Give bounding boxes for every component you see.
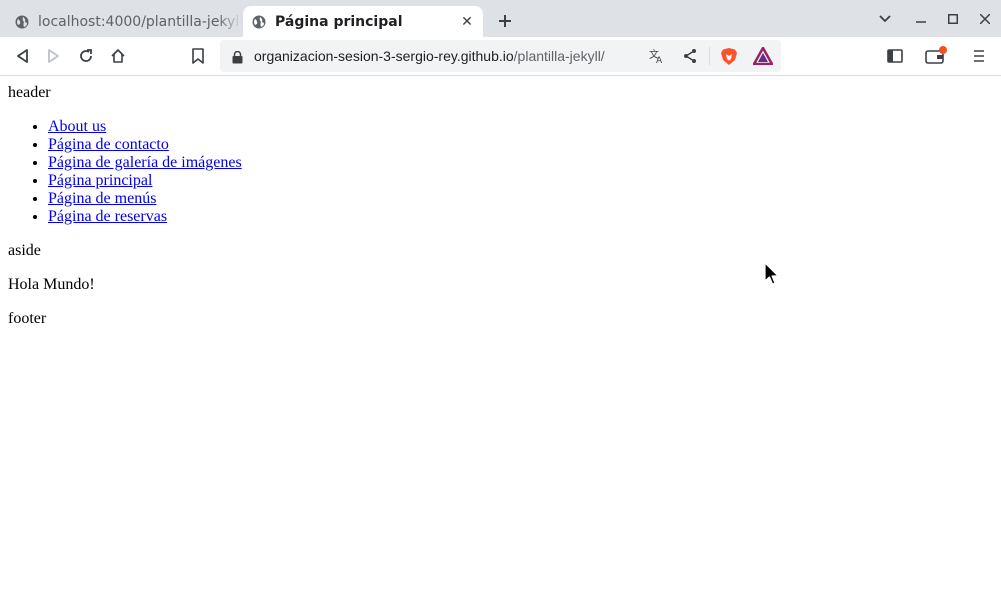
- tab-strip: localhost:4000/plantilla-jekyll/ Página …: [0, 0, 1001, 37]
- brave-shields-icon[interactable]: [720, 47, 738, 70]
- lock-icon: [232, 49, 243, 68]
- maximize-icon[interactable]: [944, 8, 962, 30]
- bookmark-icon[interactable]: [186, 44, 210, 68]
- tab-localhost[interactable]: localhost:4000/plantilla-jekyll/: [6, 6, 242, 37]
- aside-text: aside: [8, 242, 41, 259]
- wallet-icon[interactable]: [924, 44, 948, 68]
- translate-icon[interactable]: 文A: [649, 48, 665, 68]
- page-content: header About us Página de contacto Págin…: [0, 76, 1001, 602]
- nav-link-principal[interactable]: Página principal: [48, 172, 152, 189]
- mouse-cursor-icon: [764, 262, 780, 290]
- back-icon[interactable]: [10, 44, 34, 68]
- url-domain: organizacion-sesion-3-sergio-rey.github.…: [254, 48, 514, 64]
- close-window-icon[interactable]: [976, 8, 994, 30]
- nav-item: Página de menús: [48, 190, 242, 208]
- nav-link-contacto[interactable]: Página de contacto: [48, 136, 169, 153]
- nav-item: Página de contacto: [48, 136, 242, 154]
- tab-title: Página principal: [275, 13, 403, 30]
- nav-item: Página principal: [48, 172, 242, 190]
- svg-text:A: A: [656, 56, 663, 64]
- menu-icon[interactable]: [967, 44, 991, 68]
- nav-item: About us: [48, 118, 242, 136]
- main-text: Hola Mundo!: [8, 276, 95, 293]
- nav-link-galeria[interactable]: Página de galería de imágenes: [48, 154, 242, 171]
- divider: [709, 47, 710, 65]
- new-tab-icon[interactable]: [494, 10, 516, 32]
- share-icon[interactable]: [683, 48, 697, 68]
- sidebar-toggle-icon[interactable]: [883, 44, 907, 68]
- tab-title: localhost:4000/plantilla-jekyll/: [38, 13, 242, 30]
- footer-text: footer: [8, 310, 47, 327]
- url-text: organizacion-sesion-3-sergio-rey.github.…: [254, 48, 605, 64]
- close-tab-icon[interactable]: ✕: [457, 12, 477, 32]
- toolbar: organizacion-sesion-3-sergio-rey.github.…: [0, 37, 1001, 76]
- forward-icon[interactable]: [42, 44, 66, 68]
- globe-icon: [14, 14, 30, 30]
- nav-link-menus[interactable]: Página de menús: [48, 190, 156, 207]
- reload-icon[interactable]: [74, 44, 98, 68]
- nav-link-reservas[interactable]: Página de reservas: [48, 208, 167, 225]
- brave-rewards-icon[interactable]: [752, 46, 774, 69]
- nav-item: Página de galería de imágenes: [48, 154, 242, 172]
- nav-link-about[interactable]: About us: [48, 118, 106, 135]
- nav-item: Página de reservas: [48, 208, 242, 226]
- globe-icon: [251, 14, 267, 30]
- header-text: header: [8, 84, 51, 101]
- address-bar[interactable]: organizacion-sesion-3-sergio-rey.github.…: [220, 40, 781, 72]
- chevron-down-icon[interactable]: [876, 8, 894, 30]
- minimize-icon[interactable]: [912, 8, 930, 30]
- nav-list: About us Página de contacto Página de ga…: [8, 118, 242, 226]
- url-path: /plantilla-jekyll/: [513, 48, 605, 64]
- home-icon[interactable]: [106, 44, 130, 68]
- tab-pagina-principal[interactable]: Página principal ✕: [243, 6, 483, 37]
